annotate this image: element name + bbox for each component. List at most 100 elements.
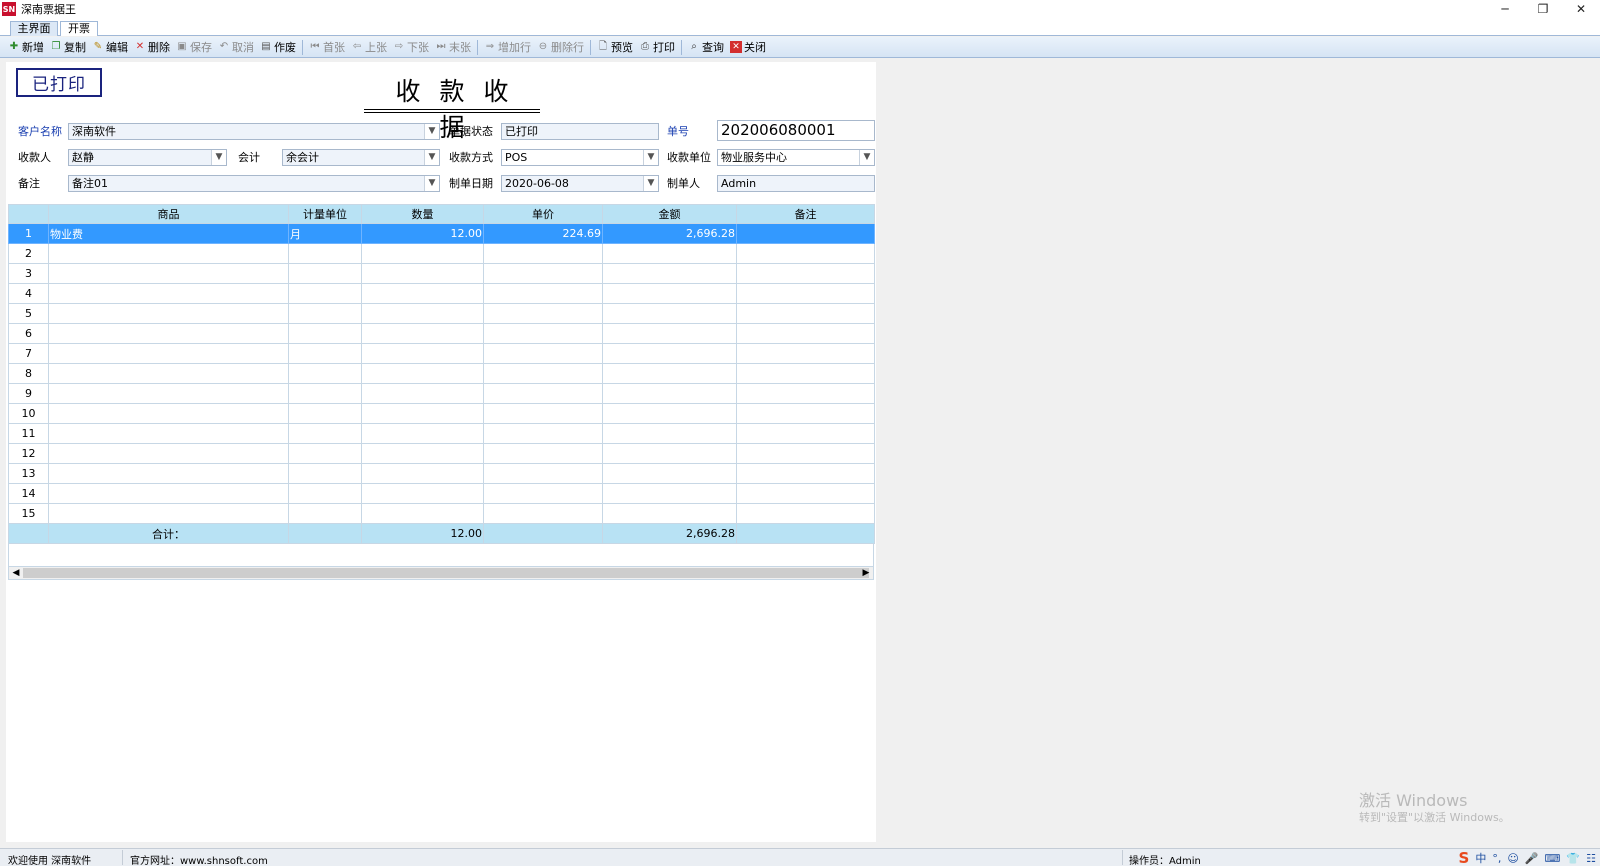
amount-cell[interactable]	[602, 483, 737, 504]
quantity-cell[interactable]	[361, 263, 484, 284]
remark-cell[interactable]	[736, 463, 875, 484]
chevron-down-icon[interactable]: ▼	[424, 150, 439, 165]
amount-cell[interactable]	[602, 263, 737, 284]
save-button[interactable]: ▣ 保存	[173, 38, 215, 57]
product-cell[interactable]	[48, 483, 289, 504]
quantity-cell[interactable]	[361, 283, 484, 304]
quantity-cell[interactable]	[361, 503, 484, 524]
product-cell[interactable]	[48, 363, 289, 384]
remark-cell[interactable]	[736, 383, 875, 404]
product-cell[interactable]: 物业费	[48, 223, 289, 244]
product-cell[interactable]	[48, 463, 289, 484]
ime-logo-icon[interactable]: S	[1459, 849, 1470, 866]
chevron-down-icon[interactable]: ▼	[643, 176, 658, 191]
scroll-right-icon[interactable]: ▶	[859, 567, 873, 579]
prev-button[interactable]: ⇦ 上张	[348, 38, 390, 57]
query-button[interactable]: ⌕ 查询	[685, 38, 727, 57]
quantity-cell[interactable]	[361, 343, 484, 364]
amount-cell[interactable]	[602, 463, 737, 484]
amount-cell[interactable]	[602, 363, 737, 384]
remark-select[interactable]: 备注01 ▼	[68, 175, 440, 192]
remark-cell[interactable]	[736, 403, 875, 424]
quantity-cell[interactable]	[361, 323, 484, 344]
unit-cell[interactable]	[288, 423, 362, 444]
quantity-cell[interactable]	[361, 463, 484, 484]
price-cell[interactable]	[483, 443, 603, 464]
amount-cell[interactable]: 2,696.28	[602, 223, 737, 244]
price-cell[interactable]	[483, 303, 603, 324]
close-button[interactable]: ✕ 关闭	[727, 38, 769, 57]
microphone-icon[interactable]: 🎤	[1525, 852, 1539, 865]
table-row[interactable]: 4	[8, 283, 875, 304]
amount-cell[interactable]	[602, 423, 737, 444]
product-cell[interactable]	[48, 423, 289, 444]
amount-cell[interactable]	[602, 303, 737, 324]
close-window-button[interactable]: ✕	[1562, 0, 1600, 18]
quantity-cell[interactable]	[361, 443, 484, 464]
table-row[interactable]: 15	[8, 503, 875, 524]
table-row[interactable]: 12	[8, 443, 875, 464]
amount-cell[interactable]	[602, 503, 737, 524]
chevron-down-icon[interactable]: ▼	[424, 124, 439, 139]
table-row[interactable]: 11	[8, 423, 875, 444]
skin-icon[interactable]: 👕	[1566, 852, 1580, 865]
quantity-cell[interactable]: 12.00	[361, 223, 484, 244]
amount-cell[interactable]	[602, 323, 737, 344]
remark-cell[interactable]	[736, 503, 875, 524]
product-cell[interactable]	[48, 323, 289, 344]
add-row-button[interactable]: ⇒ 增加行	[481, 38, 534, 57]
unit-cell[interactable]	[288, 463, 362, 484]
remark-cell[interactable]	[736, 363, 875, 384]
product-cell[interactable]	[48, 263, 289, 284]
unit-cell[interactable]	[288, 323, 362, 344]
table-row[interactable]: 10	[8, 403, 875, 424]
remark-cell[interactable]	[736, 483, 875, 504]
table-row[interactable]: 3	[8, 263, 875, 284]
amount-cell[interactable]	[602, 283, 737, 304]
amount-cell[interactable]	[602, 383, 737, 404]
amount-cell[interactable]	[602, 403, 737, 424]
amount-cell[interactable]	[602, 343, 737, 364]
unit-cell[interactable]	[288, 263, 362, 284]
price-cell[interactable]: 224.69	[483, 223, 603, 244]
keyboard-icon[interactable]: ⌨	[1545, 852, 1561, 865]
column-header-quantity[interactable]: 数量	[361, 204, 484, 224]
tab-main[interactable]: 主界面	[10, 21, 58, 36]
table-row[interactable]: 6	[8, 323, 875, 344]
unit-cell[interactable]	[288, 303, 362, 324]
table-row[interactable]: 9	[8, 383, 875, 404]
column-header-product[interactable]: 商品	[48, 204, 289, 224]
customer-select[interactable]: 深南软件 ▼	[68, 123, 440, 140]
unit-cell[interactable]	[288, 363, 362, 384]
method-select[interactable]: POS ▼	[501, 149, 659, 166]
product-cell[interactable]	[48, 283, 289, 304]
price-cell[interactable]	[483, 463, 603, 484]
first-button[interactable]: ⏮ 首张	[306, 38, 348, 57]
chevron-down-icon[interactable]: ▼	[859, 150, 874, 165]
amount-cell[interactable]	[602, 243, 737, 264]
next-button[interactable]: ⇨ 下张	[390, 38, 432, 57]
chevron-down-icon[interactable]: ▼	[424, 176, 439, 191]
copy-button[interactable]: ❐ 复制	[47, 38, 89, 57]
date-picker[interactable]: 2020-06-08 ▼	[501, 175, 659, 192]
last-button[interactable]: ⏭ 末张	[432, 38, 474, 57]
remark-cell[interactable]	[736, 303, 875, 324]
column-header-unit[interactable]: 计量单位	[288, 204, 362, 224]
payee-select[interactable]: 赵静 ▼	[68, 149, 227, 166]
scroll-thumb[interactable]	[23, 568, 869, 578]
unit-cell[interactable]	[288, 503, 362, 524]
remark-cell[interactable]	[736, 243, 875, 264]
unit-cell[interactable]	[288, 483, 362, 504]
table-row[interactable]: 14	[8, 483, 875, 504]
unit-cell[interactable]	[288, 243, 362, 264]
tab-invoice[interactable]: 开票	[60, 21, 98, 36]
remark-cell[interactable]	[736, 283, 875, 304]
preview-button[interactable]: 🗋 预览	[594, 38, 636, 57]
scroll-left-icon[interactable]: ◀	[9, 567, 23, 579]
unit-cell[interactable]: 月	[288, 223, 362, 244]
number-field[interactable]: 202006080001	[717, 120, 875, 141]
delete-button[interactable]: ✕ 删除	[131, 38, 173, 57]
product-cell[interactable]	[48, 343, 289, 364]
quantity-cell[interactable]	[361, 383, 484, 404]
restore-button[interactable]: ❐	[1524, 0, 1562, 18]
